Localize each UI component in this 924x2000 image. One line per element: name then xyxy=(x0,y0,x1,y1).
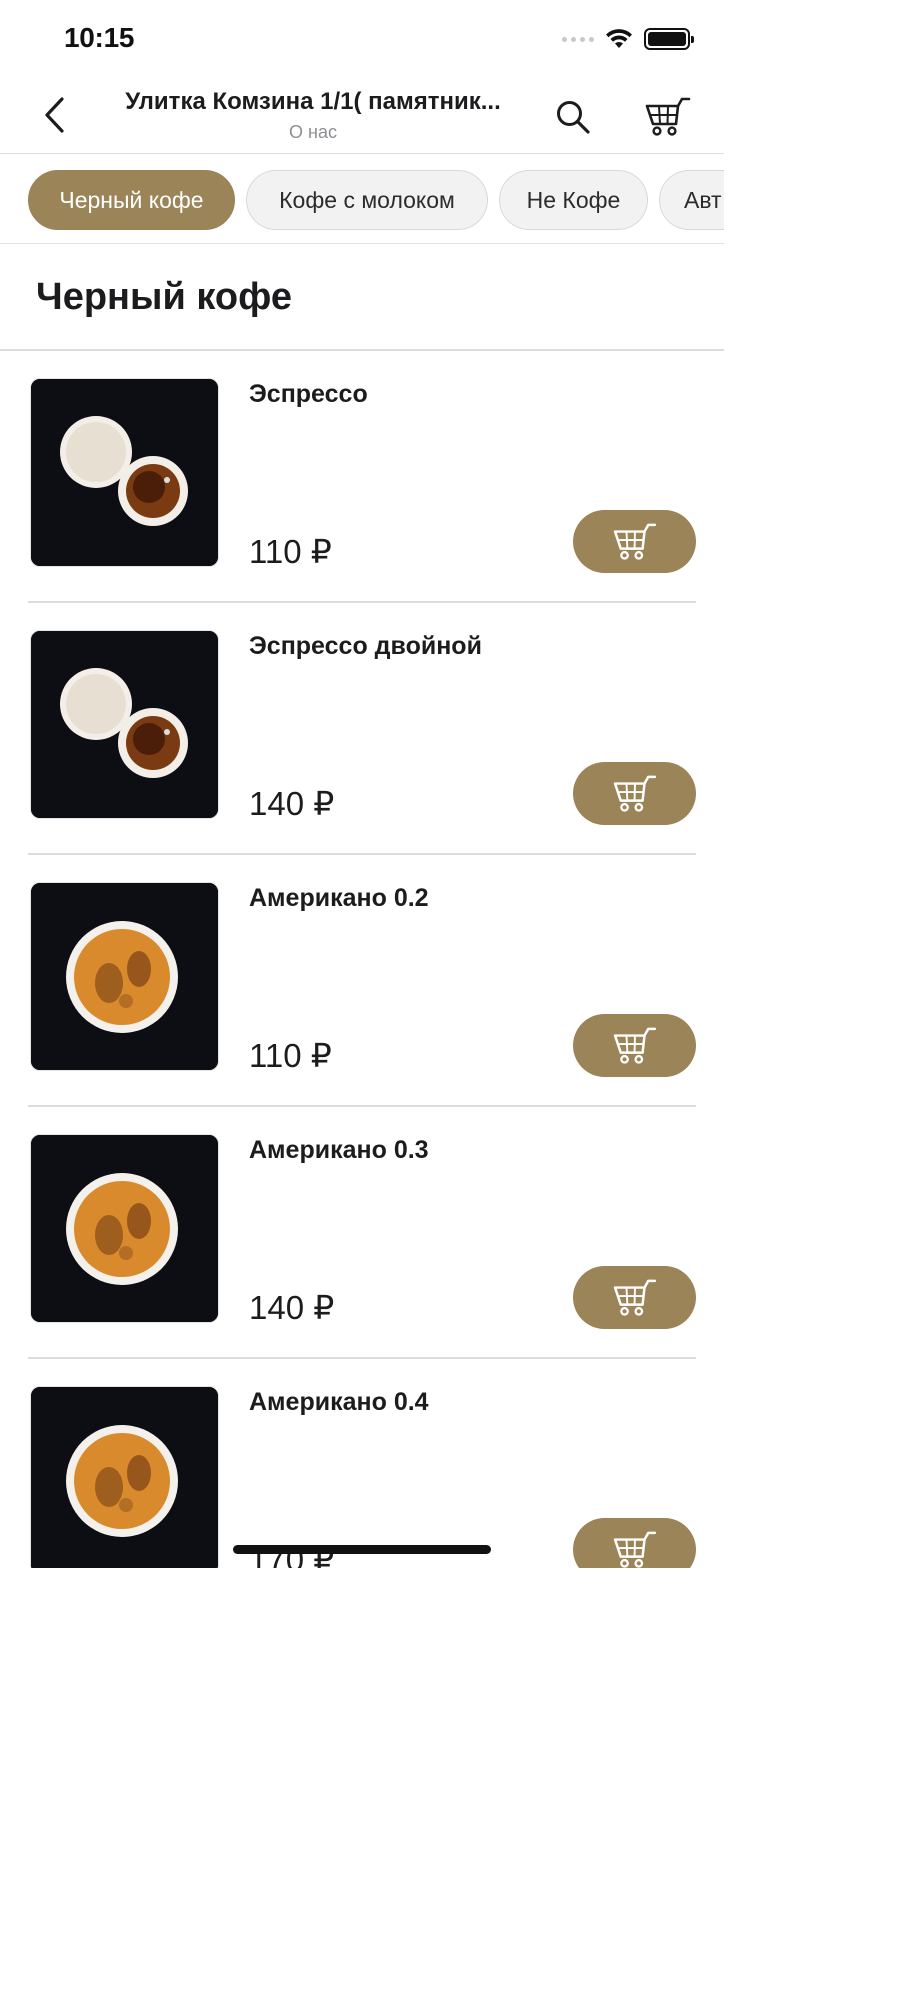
menu-item[interactable]: Эспрессо 110 ₽ xyxy=(0,350,724,603)
item-price: 110 ₽ xyxy=(249,1037,332,1074)
search-button[interactable] xyxy=(548,92,598,142)
home-indicator xyxy=(233,1545,491,1554)
item-price: 140 ₽ xyxy=(249,1289,335,1326)
item-name: Американо 0.4 xyxy=(249,1388,429,1416)
add-to-cart-button[interactable] xyxy=(573,762,696,825)
status-bar: 10:15 xyxy=(0,0,724,80)
cart-icon xyxy=(645,97,691,136)
category-chip-partial[interactable]: Авт xyxy=(659,170,724,230)
cart-icon xyxy=(613,775,656,812)
product-image-americano[interactable] xyxy=(30,1386,219,1568)
product-image-americano[interactable] xyxy=(30,882,219,1071)
cart-icon xyxy=(613,1279,656,1316)
item-name: Американо 0.3 xyxy=(249,1136,429,1164)
category-chip-label: Авт xyxy=(684,186,722,213)
category-chip-label: Кофе с молоком xyxy=(279,186,455,213)
category-chip-not-coffee[interactable]: Не Кофе xyxy=(499,170,648,230)
item-name: Эспрессо xyxy=(249,380,368,408)
section-title: Черный кофе xyxy=(36,276,292,318)
cellular-signal-icon xyxy=(562,36,594,42)
menu-item[interactable]: Эспрессо двойной 140 ₽ xyxy=(0,602,724,855)
menu-item[interactable]: Американо 0.3 140 ₽ xyxy=(0,1106,724,1359)
category-chip-black-coffee[interactable]: Черный кофе xyxy=(28,170,235,230)
chevron-left-icon xyxy=(45,97,64,133)
cart-icon xyxy=(613,1531,656,1568)
app-screen: 10:15 Улитка Комзина 1/1( памятник... О … xyxy=(0,0,724,1568)
back-button[interactable] xyxy=(30,90,80,140)
battery-icon xyxy=(644,28,694,50)
cart-icon xyxy=(613,523,656,560)
item-price: 110 ₽ xyxy=(249,533,332,570)
product-image-americano[interactable] xyxy=(30,1134,219,1323)
add-to-cart-button[interactable] xyxy=(573,510,696,573)
category-chip-label: Черный кофе xyxy=(59,186,204,213)
nav-subtitle-about[interactable]: О нас xyxy=(100,122,526,143)
category-tabs[interactable]: Черный кофе Кофе с молоком Не Кофе Авт xyxy=(0,156,724,244)
status-icons xyxy=(562,28,694,50)
add-to-cart-button[interactable] xyxy=(573,1518,696,1568)
add-to-cart-button[interactable] xyxy=(573,1266,696,1329)
category-chip-label: Не Кофе xyxy=(526,186,621,213)
navigation-bar: Улитка Комзина 1/1( памятник... О нас xyxy=(0,80,724,154)
item-name: Американо 0.2 xyxy=(249,884,429,912)
status-time: 10:15 xyxy=(64,22,135,53)
product-image-espresso[interactable] xyxy=(30,378,219,567)
cart-button[interactable] xyxy=(640,92,696,142)
cart-icon xyxy=(613,1027,656,1064)
product-image-espresso[interactable] xyxy=(30,630,219,819)
wifi-icon xyxy=(606,29,632,48)
search-icon xyxy=(557,101,590,134)
menu-item[interactable]: Американо 0.2 110 ₽ xyxy=(0,854,724,1107)
nav-title: Улитка Комзина 1/1( памятник... xyxy=(125,88,501,115)
nav-title-block[interactable]: Улитка Комзина 1/1( памятник... О нас xyxy=(100,88,526,143)
add-to-cart-button[interactable] xyxy=(573,1014,696,1077)
category-chip-coffee-with-milk[interactable]: Кофе с молоком xyxy=(246,170,488,230)
item-name: Эспрессо двойной xyxy=(249,632,482,660)
menu-item[interactable]: Американо 0.4 170 ₽ xyxy=(0,1358,724,1568)
item-price: 140 ₽ xyxy=(249,785,335,822)
